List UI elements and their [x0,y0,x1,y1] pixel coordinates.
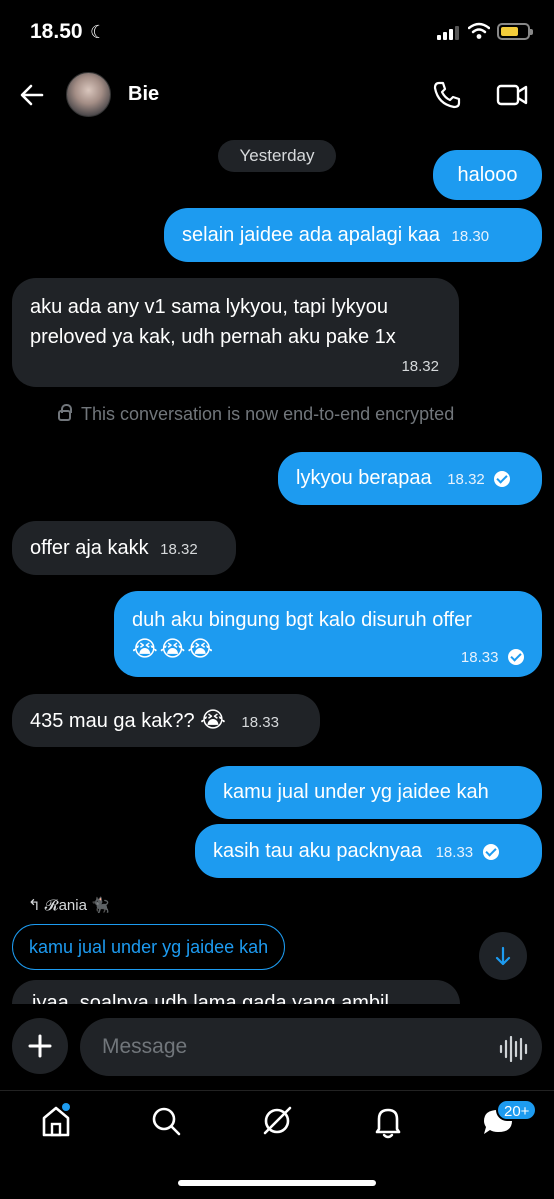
plus-icon [28,1034,52,1058]
wifi-icon [468,22,490,39]
home-notification-dot [62,1103,70,1111]
message-text: preloved ya kak, udh pernah aku pake 1x [30,326,396,348]
message-text: kasih tau aku packnyaa [213,840,423,862]
message-text: halooo [457,164,518,186]
sent-message[interactable]: duh aku bingung bgt kalo disuruh offer 😭… [114,591,542,677]
message-text: offer aja kakk [30,537,149,559]
cellular-signal-icon [437,26,463,40]
status-bar: 18.50 ☾ [0,0,554,64]
voice-message-icon[interactable] [498,1036,528,1062]
notifications-bell-icon[interactable] [368,1101,408,1141]
sent-message[interactable]: selain jaidee ada apalagi kaa 18.30 [164,208,542,262]
message-text: kamu jual under yg jaidee kah [223,781,489,803]
quoted-message[interactable]: kamu jual under yg jaidee kah [12,924,286,970]
message-text: 435 mau ga kak?? [30,710,195,732]
status-time: 18.50 [30,20,83,43]
contact-name[interactable]: Bie [128,83,159,106]
message-time: 18.32 [401,358,439,375]
received-message[interactable]: 435 mau ga kak?? 😭 18.33 [12,694,320,747]
contact-avatar[interactable] [66,72,111,117]
read-receipt-icon [494,470,511,487]
encryption-text: This conversation is now end-to-end encr… [81,404,455,424]
reply-author: 𝓡ania 🐈‍⬛ [44,897,110,914]
lock-icon [58,404,72,421]
scroll-to-bottom-button[interactable] [479,932,527,980]
video-call-icon[interactable] [496,81,528,109]
message-time: 18.33 [435,844,474,861]
read-receipt-icon [482,843,499,860]
reply-arrow-icon: ↰ [28,897,41,914]
message-time: 18.30 [451,228,490,245]
message-time: 18.32 [447,471,485,488]
moon-icon: ☾ [90,22,107,42]
message-time: 18.32 [160,541,198,558]
crying-emoji: 😭 [200,708,226,733]
read-receipt-icon [508,648,524,665]
received-message[interactable]: aku ada any v1 sama lykyou, tapi lykyou … [12,278,459,387]
message-input[interactable] [80,1018,542,1076]
sent-message[interactable]: halooo [433,150,542,200]
reply-header: ↰ 𝓡ania 🐈‍⬛ [28,896,110,914]
sent-message[interactable]: lykyou berapaa 18.32 [278,452,542,505]
received-message[interactable]: offer aja kakk 18.32 [12,521,236,575]
conversation-header: Bie [0,64,554,128]
search-icon[interactable] [146,1101,186,1141]
battery-icon [497,23,533,40]
back-arrow-icon[interactable] [18,81,46,109]
encryption-notice: This conversation is now end-to-end encr… [58,404,454,425]
message-text: lykyou berapaa [296,467,432,489]
message-composer [0,1004,554,1090]
add-attachment-button[interactable] [12,1018,68,1074]
phone-call-icon[interactable] [432,80,462,110]
grok-icon[interactable] [257,1101,297,1141]
message-text: duh aku bingung bgt kalo disuruh offer [132,609,472,631]
messages-badge: 20+ [496,1099,538,1121]
message-text: aku ada any v1 sama lykyou, tapi lykyou [30,296,388,318]
date-separator: Yesterday [218,140,336,172]
arrow-down-icon [495,946,511,966]
sent-message[interactable]: kasih tau aku packnyaa 18.33 [195,824,542,878]
home-indicator [178,1180,376,1186]
message-time: 18.33 [460,649,499,666]
home-icon[interactable] [36,1101,76,1141]
sent-message[interactable]: kamu jual under yg jaidee kah [205,766,542,819]
message-text: selain jaidee ada apalagi kaa [182,224,440,246]
message-time: 18.33 [241,714,279,731]
